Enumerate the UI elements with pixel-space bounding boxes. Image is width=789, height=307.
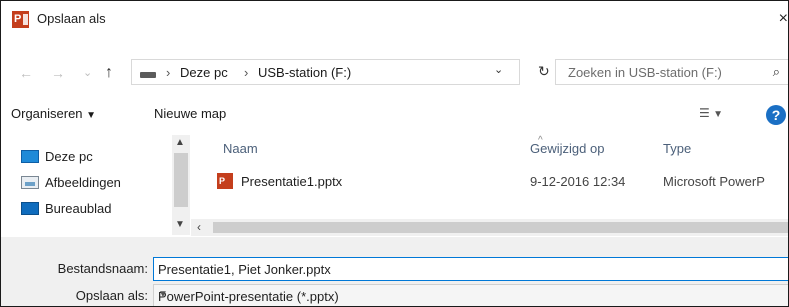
navigation-pane: Deze pc Afbeeldingen Bureaublad (1, 135, 171, 235)
pictures-icon (21, 176, 39, 189)
file-modified: 9-12-2016 12:34 (530, 174, 626, 189)
view-icon: ☰ (699, 106, 710, 120)
search-placeholder: Zoeken in USB-station (F:) (568, 65, 722, 80)
nav-item-label: Bureaublad (45, 201, 112, 216)
filename-value: Presentatie1, Piet Jonker.pptx (158, 262, 331, 277)
organize-button[interactable]: Organiseren ▼ (11, 106, 96, 121)
horizontal-scrollbar[interactable]: ‹ (191, 219, 788, 236)
file-row[interactable]: P Presentatie1.pptx 9-12-2016 12:34 Micr… (191, 171, 788, 193)
address-dropdown-icon[interactable]: ⌄ (494, 63, 503, 76)
filename-label: Bestandsnaam: (57, 261, 148, 276)
scrollbar-thumb[interactable] (174, 153, 188, 207)
scroll-down-icon[interactable]: ▼ (175, 219, 185, 230)
recent-locations-button[interactable]: ⌄ (83, 59, 92, 87)
column-header-modified[interactable]: Gewijzigd op (530, 141, 604, 156)
pptx-file-icon: P (217, 173, 233, 189)
up-button[interactable]: ↑ (105, 59, 113, 87)
save-as-dialog: P Opslaan als × ← → ⌄ ↑ › Deze pc › USB-… (0, 0, 789, 307)
organize-label: Organiseren (11, 106, 83, 121)
scroll-left-icon[interactable]: ‹ (197, 220, 201, 234)
chevron-down-icon: ▼ (86, 110, 97, 121)
save-form: Bestandsnaam: Presentatie1, Piet Jonker.… (1, 237, 788, 306)
chevron-down-icon: ▼ (713, 109, 724, 120)
search-box[interactable]: Zoeken in USB-station (F:) ⌕ (555, 59, 788, 85)
chevron-down-icon: ▼ (158, 289, 168, 300)
search-icon: ⌕ (772, 64, 780, 79)
computer-icon (21, 150, 39, 163)
new-folder-button[interactable]: Nieuwe map (154, 106, 226, 121)
scroll-up-icon[interactable]: ▲ (175, 137, 185, 148)
file-type: Microsoft PowerP (663, 174, 765, 189)
window-title: Opslaan als (37, 11, 106, 26)
breadcrumb-deze-pc[interactable]: Deze pc (180, 65, 228, 80)
close-button[interactable]: × (758, 5, 788, 33)
column-header-name[interactable]: Naam (223, 141, 258, 156)
breadcrumb-separator: › (166, 65, 171, 80)
view-options-button[interactable]: ☰ ▼ (699, 106, 723, 120)
breadcrumb-usb-station[interactable]: USB-station (F:) (258, 65, 351, 80)
column-header-type[interactable]: Type (663, 141, 691, 156)
filetype-label: Opslaan als: (75, 288, 148, 303)
file-name: Presentatie1.pptx (241, 174, 343, 189)
address-bar[interactable]: › Deze pc › USB-station (F:) ⌄ (131, 59, 520, 85)
refresh-icon[interactable]: ↻ (538, 63, 550, 80)
powerpoint-icon: P (12, 11, 29, 28)
filetype-select[interactable]: PowerPoint-presentatie (*.pptx) ▼ (153, 284, 788, 306)
command-bar: Organiseren ▼ Nieuwe map ☰ ▼ ? (1, 100, 788, 130)
desktop-icon (21, 202, 39, 215)
filename-input[interactable]: Presentatie1, Piet Jonker.pptx (153, 257, 788, 281)
scrollbar-thumb[interactable] (213, 222, 788, 233)
usb-drive-icon (140, 72, 156, 78)
nav-item-label: Deze pc (45, 149, 93, 164)
forward-button[interactable]: → (51, 59, 65, 87)
breadcrumb-separator: › (244, 65, 249, 80)
title-bar: P Opslaan als × (1, 1, 788, 37)
help-icon[interactable]: ? (766, 105, 786, 125)
nav-scrollbar[interactable]: ▲ ▼ (172, 135, 190, 235)
back-button[interactable]: ← (19, 59, 33, 87)
nav-item-label: Afbeeldingen (45, 175, 121, 190)
